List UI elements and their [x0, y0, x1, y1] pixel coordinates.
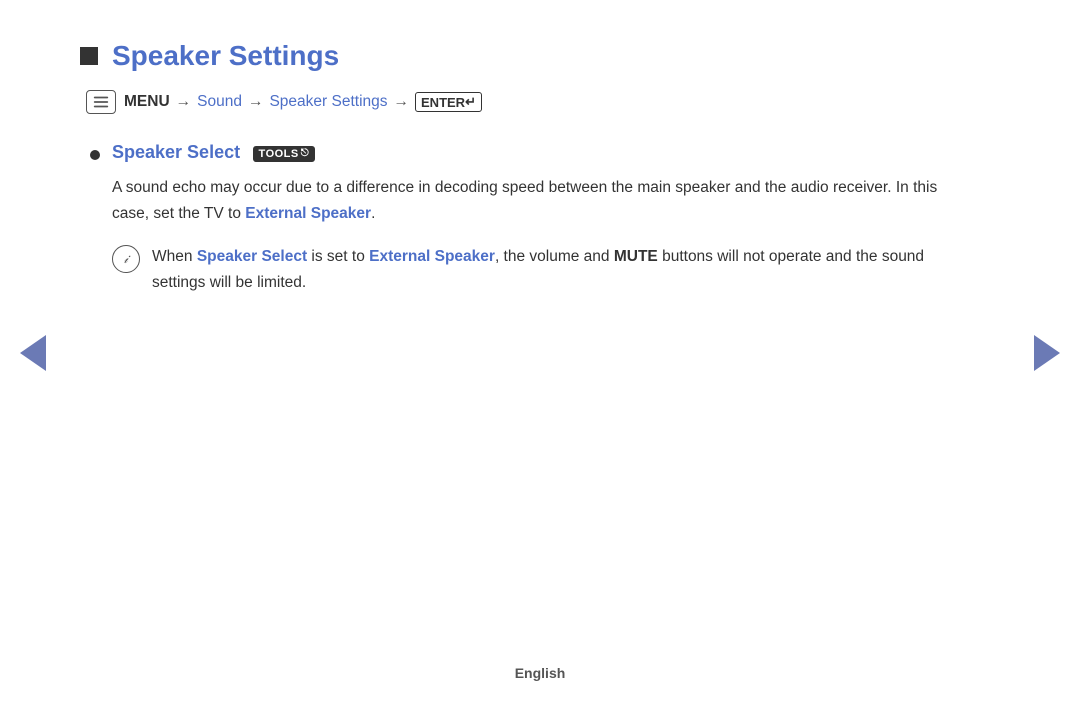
breadcrumb-arrow-2: → [248, 93, 264, 111]
note-part3: , the volume and [495, 248, 614, 265]
enter-icon: ENTER↵ [415, 92, 482, 112]
breadcrumb-speaker-settings: Speaker Settings [269, 93, 387, 111]
bullet-dot-icon [90, 150, 100, 160]
external-speaker-highlight-1: External Speaker [245, 205, 371, 222]
page-title: Speaker Settings [112, 40, 339, 72]
description-part1: A sound echo may occur due to a differen… [112, 179, 937, 222]
title-row: Speaker Settings [80, 40, 1000, 72]
menu-icon [86, 90, 116, 114]
page-container: Speaker Settings MENU → Sound → Speaker … [0, 0, 1080, 705]
breadcrumb-arrow-1: → [176, 93, 192, 111]
tools-icon: ⎋ [301, 148, 309, 159]
right-arrow-icon [1034, 335, 1060, 371]
description-part2: . [371, 205, 375, 222]
left-arrow-icon [20, 335, 46, 371]
mute-keyword: MUTE [614, 248, 658, 265]
next-page-button[interactable] [1032, 333, 1062, 373]
breadcrumb: MENU → Sound → Speaker Settings → ENTER↵ [86, 90, 1000, 114]
breadcrumb-menu: MENU [124, 93, 170, 111]
external-speaker-highlight-note: External Speaker [369, 248, 495, 265]
note-part1: When [152, 248, 197, 265]
footer: English [0, 665, 1080, 681]
description-paragraph: A sound echo may occur due to a differen… [112, 175, 952, 226]
tools-badge: TOOLS ⎋ [253, 146, 316, 162]
speaker-select-highlight-note: Speaker Select [197, 248, 307, 265]
note-icon: 𝒾 [112, 245, 140, 273]
speaker-select-label-group: Speaker Select TOOLS ⎋ [112, 142, 315, 163]
language-label: English [515, 665, 566, 681]
breadcrumb-sound: Sound [197, 93, 242, 111]
speaker-select-row: Speaker Select TOOLS ⎋ [90, 142, 1000, 163]
content-section: Speaker Select TOOLS ⎋ A sound echo may … [90, 142, 1000, 295]
breadcrumb-arrow-3: → [394, 93, 410, 111]
note-part2: is set to [307, 248, 369, 265]
prev-page-button[interactable] [18, 333, 48, 373]
note-text: When Speaker Select is set to External S… [152, 244, 952, 295]
note-row: 𝒾 When Speaker Select is set to External… [112, 244, 952, 295]
speaker-select-label: Speaker Select [112, 142, 240, 162]
title-square-icon [80, 47, 98, 65]
